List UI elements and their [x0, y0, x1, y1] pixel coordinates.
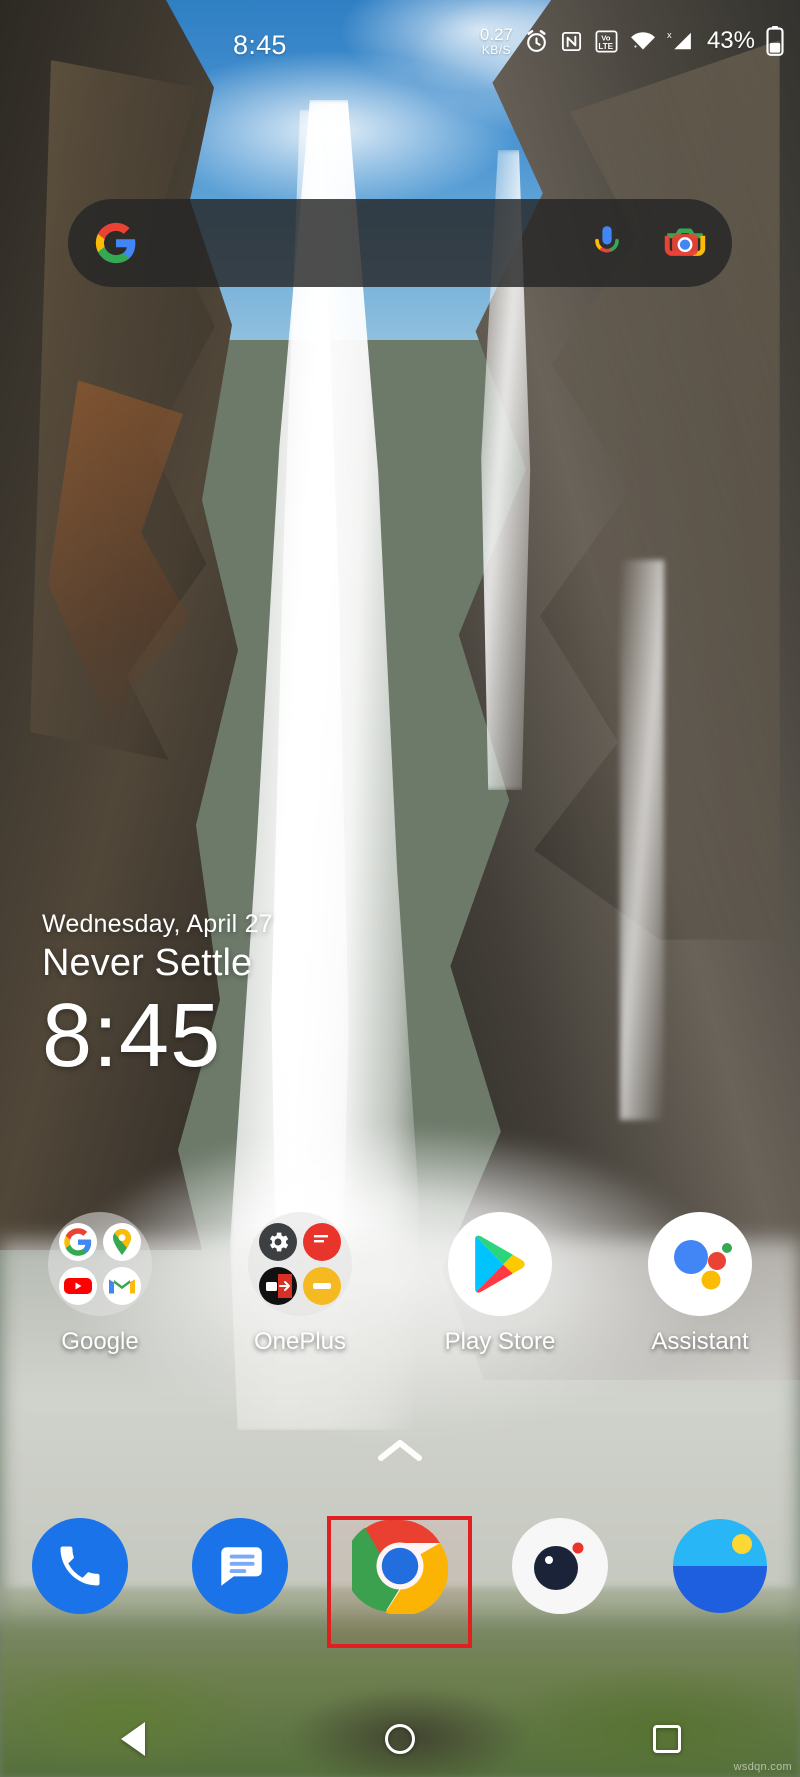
- google-g-icon: [94, 221, 138, 265]
- clock-widget[interactable]: Wednesday, April 27 Never Settle 8:45: [42, 910, 273, 1084]
- google-maps-icon: [103, 1223, 141, 1261]
- status-bar-icons: 0.27 KB/S Vo LTE x 43%: [480, 26, 784, 57]
- dock-item-messages[interactable]: [160, 1518, 320, 1614]
- home-circle-icon[interactable]: [385, 1723, 415, 1754]
- app-folder-oneplus[interactable]: OnePlus: [200, 1212, 400, 1356]
- svg-text:x: x: [667, 30, 672, 40]
- dock-item-phone[interactable]: [0, 1518, 160, 1614]
- cellular-signal-icon: x: [667, 29, 694, 53]
- battery-icon: [766, 26, 784, 57]
- wallpaper-waterfall-far: [620, 560, 664, 1120]
- camera-icon[interactable]: [512, 1518, 608, 1614]
- clock-widget-time: 8:45: [42, 986, 222, 1086]
- app-folder-google[interactable]: Google: [0, 1212, 200, 1356]
- chrome-highlight-box: [327, 1516, 472, 1648]
- status-bar[interactable]: 8:45 0.27 KB/S Vo LTE x 43%: [0, 0, 800, 78]
- app-play-store[interactable]: Play Store: [400, 1212, 600, 1356]
- network-speed-value: 0.27: [479, 25, 513, 44]
- oneplus-community-icon: [303, 1223, 341, 1261]
- microphone-icon[interactable]: [588, 223, 626, 263]
- dock-item-gallery[interactable]: [640, 1518, 800, 1614]
- clock-widget-date: Wednesday, April 27: [42, 910, 273, 938]
- clock-widget-tagline: Never Settle: [42, 942, 253, 984]
- google-lens-icon[interactable]: [664, 224, 706, 262]
- dock-item-camera[interactable]: [480, 1518, 640, 1614]
- status-bar-clock: 8:45: [233, 30, 287, 60]
- app-label: Google: [61, 1328, 139, 1355]
- app-label: Play Store: [444, 1328, 556, 1355]
- network-speed-unit: KB/S: [481, 42, 512, 57]
- play-store-icon[interactable]: [448, 1212, 552, 1316]
- svg-text:LTE: LTE: [598, 42, 613, 51]
- recents-square-icon[interactable]: [652, 1724, 681, 1753]
- gallery-icon[interactable]: [672, 1518, 768, 1614]
- app-drawer-handle[interactable]: [373, 1434, 427, 1471]
- app-assistant[interactable]: Assistant: [600, 1212, 800, 1356]
- back-triangle-icon[interactable]: [121, 1721, 146, 1756]
- google-g-icon: [59, 1223, 97, 1261]
- oneplus-notes-icon: [303, 1267, 341, 1305]
- volte-icon: Vo LTE: [594, 29, 619, 54]
- settings-gear-icon: [259, 1223, 297, 1261]
- battery-percentage: 43%: [706, 27, 755, 55]
- nav-back-button[interactable]: [0, 1700, 267, 1777]
- google-search-bar[interactable]: [68, 199, 732, 287]
- google-folder-icon[interactable]: [48, 1212, 152, 1316]
- gmail-icon: [103, 1267, 141, 1305]
- app-grid: Google OnePlus Play Store Assistant: [0, 1212, 800, 1356]
- nfc-icon: [560, 30, 583, 53]
- app-label: OnePlus: [253, 1328, 347, 1355]
- oneplus-switch-icon: [259, 1267, 297, 1305]
- google-assistant-icon[interactable]: [648, 1212, 752, 1316]
- chevron-up-icon[interactable]: [373, 1440, 427, 1470]
- search-input[interactable]: [138, 199, 588, 287]
- network-speed-indicator: 0.27 KB/S: [480, 26, 513, 56]
- alarm-icon: [524, 29, 549, 54]
- messages-icon[interactable]: [192, 1518, 288, 1614]
- wifi-icon: [630, 30, 656, 52]
- app-label: Assistant: [651, 1328, 749, 1355]
- watermark: wsdqn.com: [733, 1761, 792, 1773]
- navigation-bar: [0, 1700, 800, 1777]
- svg-text:Vo: Vo: [601, 33, 611, 42]
- oneplus-folder-icon[interactable]: [248, 1212, 352, 1316]
- youtube-icon: [59, 1267, 97, 1305]
- nav-home-button[interactable]: [267, 1700, 534, 1777]
- phone-icon[interactable]: [32, 1518, 128, 1614]
